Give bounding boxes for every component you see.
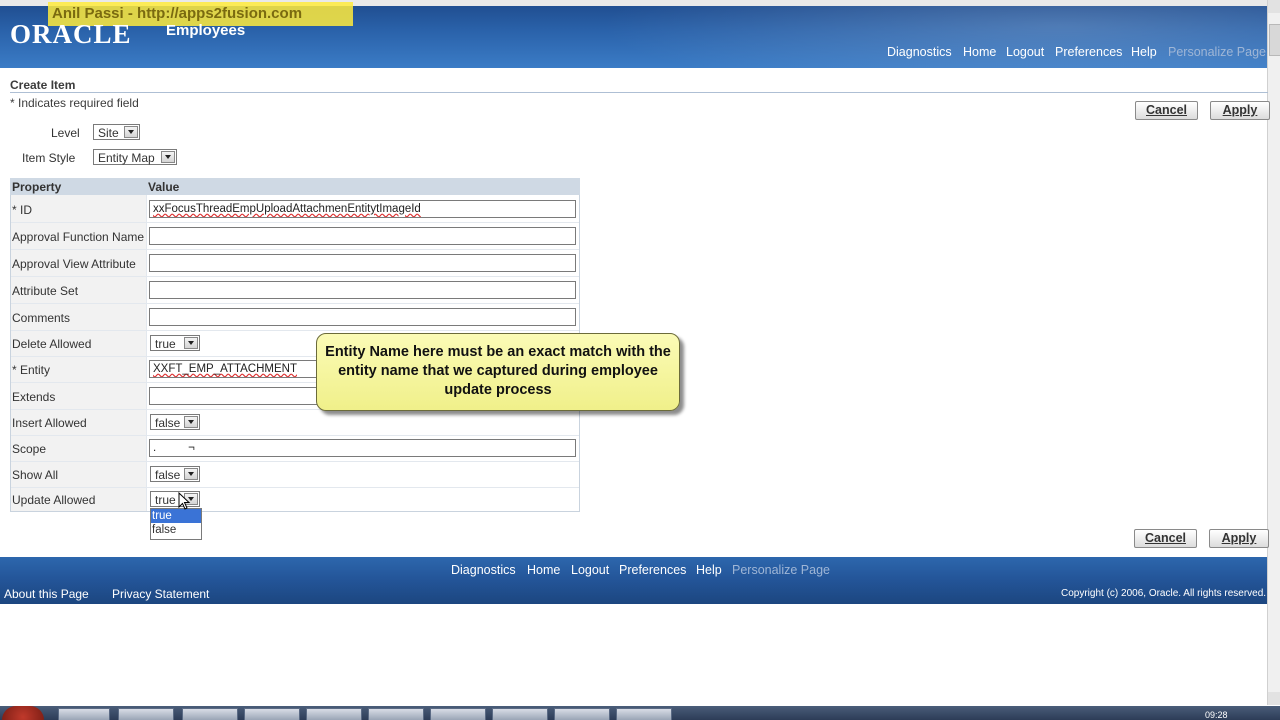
scroll-down-button[interactable] — [1268, 692, 1280, 705]
item-style-label: Item Style — [22, 151, 76, 165]
item-style-select-value: Entity Map — [98, 151, 155, 165]
property-label-id: * ID — [12, 203, 33, 217]
row-divider — [11, 330, 579, 331]
apply-button-top[interactable]: Apply — [1210, 101, 1270, 120]
chevron-down-icon — [161, 151, 175, 163]
taskbar-app-icon[interactable] — [430, 708, 486, 720]
delete-allowed-value: true — [155, 337, 176, 351]
scope-field[interactable]: . ¬ — [149, 439, 576, 457]
dropdown-option-true[interactable]: true — [151, 509, 201, 523]
header-link-help[interactable]: Help — [1131, 45, 1157, 59]
property-label-extends: Extends — [12, 390, 56, 404]
property-label-delete-allowed: Delete Allowed — [12, 337, 92, 351]
comments-field[interactable] — [149, 308, 576, 326]
start-button-icon[interactable] — [2, 706, 44, 720]
title-divider — [10, 92, 1268, 93]
property-label-entity: * Entity — [12, 363, 51, 377]
copyright-text: Copyright (c) 2006, Oracle. All rights r… — [1061, 588, 1267, 599]
insert-allowed-select[interactable]: false — [150, 414, 200, 430]
chevron-down-icon — [184, 337, 198, 349]
app-name: Employees — [166, 22, 246, 39]
taskbar-clock: 09:28 — [1205, 710, 1228, 720]
level-label: Level — [51, 126, 80, 140]
apply-button-bottom[interactable]: Apply — [1209, 529, 1269, 548]
column-header-value: Value — [148, 180, 180, 194]
header-link-preferences[interactable]: Preferences — [1055, 45, 1122, 59]
taskbar-app-icon[interactable] — [244, 708, 300, 720]
header-link-home[interactable]: Home — [963, 45, 996, 59]
property-label-approval-function-name: Approval Function Name — [12, 230, 145, 244]
insert-allowed-value: false — [155, 416, 181, 430]
update-allowed-select[interactable]: true — [150, 491, 200, 507]
property-label-approval-view-attribute: Approval View Attribute — [12, 257, 136, 271]
approval-function-name-field[interactable] — [149, 227, 576, 245]
annotation-callout: Entity Name here must be an exact match … — [316, 333, 680, 411]
taskbar-app-icon[interactable] — [182, 708, 238, 720]
header-link-logout[interactable]: Logout — [1006, 45, 1044, 59]
cancel-button-top[interactable]: Cancel — [1135, 101, 1198, 120]
level-select-value: Site — [98, 126, 119, 140]
delete-allowed-select[interactable]: true — [150, 335, 200, 351]
property-label-insert-allowed: Insert Allowed — [12, 416, 87, 430]
property-label-comments: Comments — [12, 311, 71, 325]
taskbar-app-icon[interactable] — [58, 708, 110, 720]
cancel-button-bottom[interactable]: Cancel — [1134, 529, 1197, 548]
taskbar-app-icon[interactable] — [118, 708, 174, 720]
row-divider — [11, 487, 579, 488]
show-all-select[interactable]: false — [150, 466, 200, 482]
item-style-select[interactable]: Entity Map — [93, 149, 177, 165]
property-label-update-allowed: Update Allowed — [12, 493, 96, 507]
property-label-scope: Scope — [12, 442, 47, 456]
footer-link-diagnostics[interactable]: Diagnostics — [451, 563, 516, 577]
row-divider — [11, 303, 579, 304]
oracle-logo: ORACLE — [10, 19, 132, 49]
property-label-show-all: Show All — [12, 468, 59, 482]
row-divider — [11, 276, 579, 277]
page-title: Create Item — [10, 78, 76, 92]
footer-link-logout[interactable]: Logout — [571, 563, 609, 577]
table-header-row — [10, 178, 580, 195]
scroll-up-button[interactable] — [1268, 0, 1280, 13]
update-allowed-dropdown-list[interactable]: true false — [150, 508, 202, 540]
row-divider — [11, 222, 579, 223]
chevron-down-icon — [124, 126, 138, 138]
row-divider — [11, 249, 579, 250]
privacy-statement-link[interactable]: Privacy Statement — [112, 587, 209, 601]
scroll-thumb[interactable] — [1269, 24, 1280, 56]
column-divider — [146, 195, 147, 511]
dropdown-option-false[interactable]: false — [151, 523, 201, 537]
chevron-down-icon — [184, 468, 198, 480]
footer-link-preferences[interactable]: Preferences — [619, 563, 686, 577]
taskbar-app-icon[interactable] — [554, 708, 610, 720]
taskbar-app-icon[interactable] — [368, 708, 424, 720]
required-field-note: * Indicates required field — [10, 96, 139, 110]
header-link-diagnostics[interactable]: Diagnostics — [887, 45, 952, 59]
id-field[interactable]: xxFocusThreadEmpUploadAttachmenEntitytIm… — [149, 200, 576, 218]
mouse-cursor-icon — [178, 492, 191, 510]
about-this-page-link[interactable]: About this Page — [4, 587, 89, 601]
level-select[interactable]: Site — [93, 124, 140, 140]
update-allowed-value: true — [155, 493, 176, 507]
property-label-attribute-set: Attribute Set — [12, 284, 79, 298]
header-link-personalize-page[interactable]: Personalize Page — [1168, 45, 1266, 59]
row-divider — [11, 461, 579, 462]
footer-link-help[interactable]: Help — [696, 563, 722, 577]
taskbar-app-icon[interactable] — [492, 708, 548, 720]
column-header-property: Property — [12, 180, 62, 194]
taskbar-app-icon[interactable] — [306, 708, 362, 720]
taskbar-app-icon[interactable] — [616, 708, 672, 720]
attribute-set-field[interactable] — [149, 281, 576, 299]
show-all-value: false — [155, 468, 181, 482]
footer-link-personalize-page[interactable]: Personalize Page — [732, 563, 830, 577]
approval-view-attribute-field[interactable] — [149, 254, 576, 272]
footer-link-home[interactable]: Home — [527, 563, 560, 577]
chevron-down-icon — [184, 416, 198, 428]
row-divider — [11, 435, 579, 436]
